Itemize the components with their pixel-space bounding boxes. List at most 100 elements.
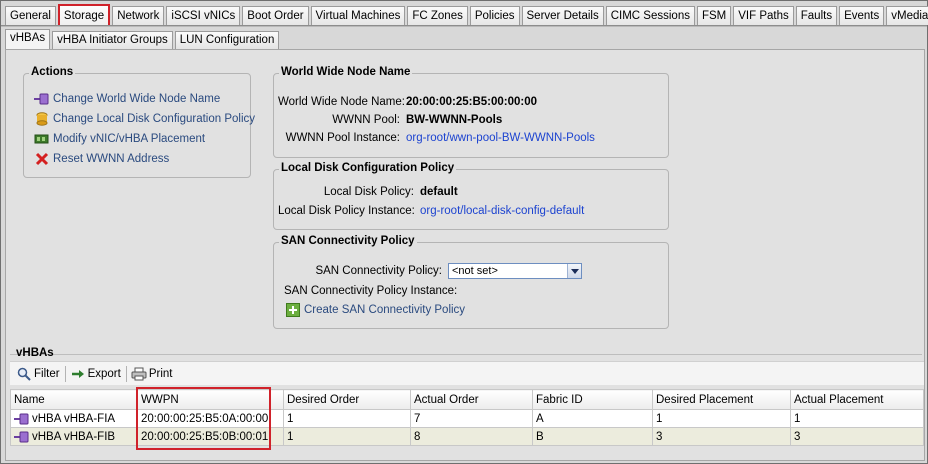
tab-virtual-machines[interactable]: Virtual Machines <box>310 6 406 25</box>
green-plus-icon <box>286 303 300 317</box>
cell-desired-order[interactable]: 1 <box>283 427 411 446</box>
print-label: Print <box>148 367 173 380</box>
top-tab-bar: General Storage Network iSCSI vNICs Boot… <box>5 4 928 25</box>
reset-wwnn-label: Reset WWNN Address <box>53 153 170 165</box>
wwnn-icon <box>34 92 50 106</box>
san-instance-row: SAN Connectivity Policy Instance: <box>284 283 457 299</box>
tab-server-details[interactable]: Server Details <box>521 6 604 25</box>
wwnn-pool-row: WWNN Pool: BW-WWNN-Pools <box>278 112 502 128</box>
export-label: Export <box>87 367 121 380</box>
export-arrow-icon <box>70 367 86 381</box>
modify-placement-action[interactable]: Modify vNIC/vHBA Placement <box>34 131 205 147</box>
cell-actual-placement[interactable]: 3 <box>790 427 924 446</box>
tab-fc-zones[interactable]: FC Zones <box>407 6 468 25</box>
create-san-policy-action[interactable]: Create SAN Connectivity Policy <box>286 302 465 318</box>
cell-wwpn[interactable]: 20:00:00:25:B5:0A:00:00 <box>137 409 284 428</box>
tab-vif-paths[interactable]: VIF Paths <box>733 6 794 25</box>
tab-vmedia-policy[interactable]: vMedia Policy <box>886 6 928 25</box>
wwnn-name-label: World Wide Node Name: <box>278 96 405 108</box>
cell-actual-order[interactable]: 7 <box>410 409 533 428</box>
subtab-vhbas[interactable]: vHBAs <box>5 29 51 49</box>
cell-actual-placement[interactable]: 1 <box>790 409 924 428</box>
san-policy-select[interactable]: <not set> <box>448 263 582 279</box>
tab-network[interactable]: Network <box>112 6 165 25</box>
tab-divider <box>1 25 927 27</box>
cell-desired-placement[interactable]: 3 <box>652 427 791 446</box>
table-row[interactable]: vHBA vHBA-FIB 20:00:00:25:B5:0B:00:01 1 … <box>10 427 924 446</box>
vhbas-toolbar: Filter Export Print <box>10 361 924 385</box>
subtab-vhba-initiator-groups[interactable]: vHBA Initiator Groups <box>52 31 173 49</box>
table-row[interactable]: vHBA vHBA-FIA 20:00:00:25:B5:0A:00:00 1 … <box>10 409 924 428</box>
vhbas-section: vHBAs Filter Export Print Name WWPN Desi… <box>6 347 924 461</box>
wwnn-instance-link[interactable]: org-root/wwn-pool-BW-WWNN-Pools <box>406 132 595 144</box>
cell-desired-order[interactable]: 1 <box>283 409 411 428</box>
local-disk-instance-label: Local Disk Policy Instance: <box>278 205 415 217</box>
change-wwnn-label: Change World Wide Node Name <box>53 93 221 105</box>
create-san-policy-label: Create SAN Connectivity Policy <box>304 304 466 316</box>
wwnn-instance-row: WWNN Pool Instance: org-root/wwn-pool-BW… <box>278 130 595 146</box>
change-local-disk-label: Change Local Disk Configuration Policy <box>53 113 255 125</box>
cell-wwpn[interactable]: 20:00:00:25:B5:0B:00:01 <box>137 427 284 446</box>
tab-storage[interactable]: Storage <box>57 4 111 25</box>
column-header-desired-order[interactable]: Desired Order <box>283 389 411 410</box>
placement-icon <box>34 132 50 146</box>
local-disk-instance-row: Local Disk Policy Instance: org-root/loc… <box>278 203 584 219</box>
column-header-wwpn[interactable]: WWPN <box>137 389 284 410</box>
tab-iscsi-vnics[interactable]: iSCSI vNICs <box>166 6 241 25</box>
filter-button[interactable]: Filter <box>16 367 60 381</box>
sub-tab-bar: vHBAs vHBA Initiator Groups LUN Configur… <box>5 29 281 49</box>
cell-name[interactable]: vHBA vHBA-FIB <box>10 427 138 446</box>
tab-policies[interactable]: Policies <box>469 6 520 25</box>
print-button[interactable]: Print <box>131 367 173 381</box>
filter-icon <box>16 367 32 381</box>
column-header-fabric-id[interactable]: Fabric ID <box>532 389 653 410</box>
wwnn-group: World Wide Node Name World Wide Node Nam… <box>273 66 669 158</box>
san-title: SAN Connectivity Policy <box>279 235 417 247</box>
wwnn-instance-label: WWNN Pool Instance: <box>285 132 400 144</box>
red-x-icon <box>34 152 50 166</box>
wwnn-pool-label: WWNN Pool: <box>332 114 400 126</box>
wwnn-name-row: World Wide Node Name: 20:00:00:25:B5:00:… <box>278 94 537 110</box>
tab-fsm[interactable]: FSM <box>696 6 732 25</box>
filter-label: Filter <box>34 367 60 380</box>
column-header-name[interactable]: Name <box>10 389 138 410</box>
local-disk-policy-label: Local Disk Policy: <box>323 186 414 198</box>
tab-boot-order[interactable]: Boot Order <box>242 6 309 25</box>
cell-desired-placement[interactable]: 1 <box>652 409 791 428</box>
subtab-lun-configuration[interactable]: LUN Configuration <box>174 31 280 49</box>
change-wwnn-action[interactable]: Change World Wide Node Name <box>34 91 220 107</box>
change-local-disk-action[interactable]: Change Local Disk Configuration Policy <box>34 111 255 127</box>
window-frame: General Storage Network iSCSI vNICs Boot… <box>0 0 928 464</box>
printer-icon <box>131 367 147 381</box>
actions-title: Actions <box>29 66 76 78</box>
cell-actual-order[interactable]: 8 <box>410 427 533 446</box>
export-button[interactable]: Export <box>70 367 121 381</box>
vhba-name: vHBA vHBA-FIA <box>32 412 116 425</box>
modify-placement-label: Modify vNIC/vHBA Placement <box>53 133 206 145</box>
tab-cimc-sessions[interactable]: CIMC Sessions <box>605 6 695 25</box>
cell-name[interactable]: vHBA vHBA-FIA <box>10 409 138 428</box>
wwnn-pool-value: BW-WWNN-Pools <box>406 114 503 126</box>
local-disk-group: Local Disk Configuration Policy Local Di… <box>273 162 669 230</box>
disk-icon <box>34 112 50 126</box>
vhba-icon <box>14 431 30 443</box>
san-group: SAN Connectivity Policy SAN Connectivity… <box>273 235 669 329</box>
local-disk-title: Local Disk Configuration Policy <box>279 162 457 174</box>
vhba-icon <box>14 413 30 425</box>
tab-faults[interactable]: Faults <box>795 6 838 25</box>
local-disk-instance-link[interactable]: org-root/local-disk-config-default <box>420 205 584 217</box>
san-instance-label: SAN Connectivity Policy Instance: <box>284 285 458 297</box>
wwnn-title: World Wide Node Name <box>279 66 413 78</box>
tab-general[interactable]: General <box>5 6 56 25</box>
chevron-down-icon[interactable] <box>567 264 581 278</box>
column-header-desired-placement[interactable]: Desired Placement <box>652 389 791 410</box>
san-policy-label: SAN Connectivity Policy: <box>315 265 442 277</box>
column-header-actual-placement[interactable]: Actual Placement <box>790 389 924 410</box>
reset-wwnn-action[interactable]: Reset WWNN Address <box>34 151 169 167</box>
content-panel: Actions Change World Wide Node Name Chan… <box>5 49 925 461</box>
actions-group: Actions Change World Wide Node Name Chan… <box>23 66 255 178</box>
column-header-actual-order[interactable]: Actual Order <box>410 389 533 410</box>
cell-fabric-id[interactable]: A <box>532 409 653 428</box>
tab-events[interactable]: Events <box>839 6 885 25</box>
cell-fabric-id[interactable]: B <box>532 427 653 446</box>
